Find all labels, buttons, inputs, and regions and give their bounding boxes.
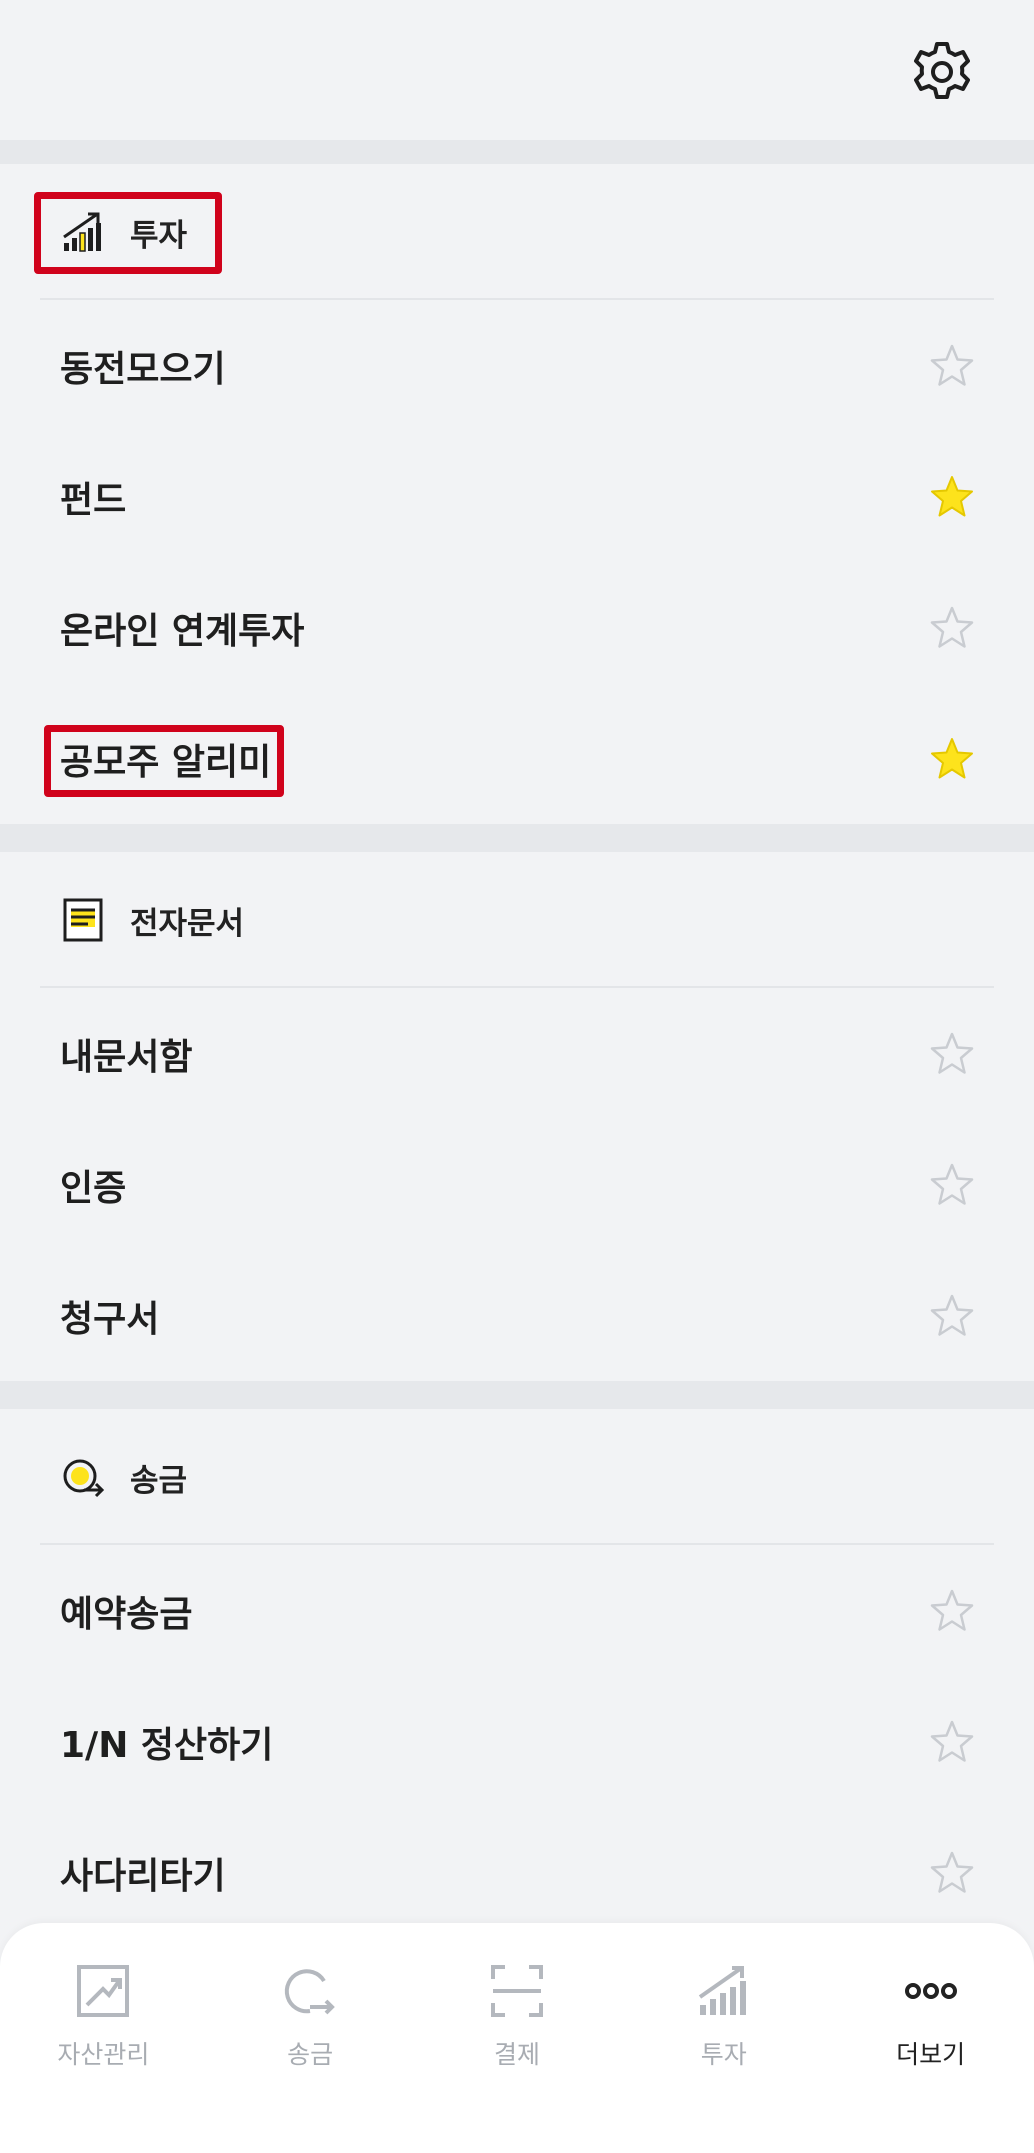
list-item-split-bill[interactable]: 1/N 정산하기 <box>0 1676 1034 1807</box>
list-item-label: 사다리타기 <box>60 1855 226 1897</box>
transfer-list: 예약송금 1/N 정산하기 사다리타기 <box>0 1545 1034 1938</box>
scan-icon <box>490 1965 543 2017</box>
star-icon-empty[interactable] <box>928 604 976 652</box>
nav-label: 투자 <box>700 2040 747 2069</box>
section-header-documents: 전자문서 <box>0 852 1034 988</box>
list-item-fund[interactable]: 펀드 <box>0 431 1034 562</box>
section-divider <box>0 140 1034 164</box>
list-item-certification[interactable]: 인증 <box>0 1119 1034 1250</box>
header-rule <box>40 1543 994 1545</box>
nav-label: 더보기 <box>896 2040 966 2069</box>
nav-label: 송금 <box>287 2040 334 2069</box>
section-divider <box>0 824 1034 852</box>
nav-item-transfer[interactable]: 송금 <box>230 1961 390 2071</box>
section-title-transfer: 송금 <box>130 1462 188 1499</box>
star-icon-filled[interactable] <box>928 473 976 521</box>
asset-chart-icon <box>77 1965 130 2017</box>
highlight-box-ipo-alert <box>44 725 284 797</box>
list-item-label: 온라인 연계투자 <box>60 610 305 652</box>
list-item-label: 청구서 <box>60 1298 160 1340</box>
transfer-icon <box>60 1454 106 1500</box>
star-icon-filled[interactable] <box>928 735 976 783</box>
list-item-label: 펀드 <box>60 479 127 521</box>
star-icon-empty[interactable] <box>928 1849 976 1897</box>
list-item-coin-saving[interactable]: 동전모으기 <box>0 300 1034 431</box>
list-item-ladder-game[interactable]: 사다리타기 <box>0 1807 1034 1938</box>
header-rule <box>40 298 994 300</box>
section-divider <box>0 1381 1034 1409</box>
nav-label: 결제 <box>493 2040 540 2069</box>
list-item-online-investment[interactable]: 온라인 연계투자 <box>0 562 1034 693</box>
star-icon-empty[interactable] <box>928 1718 976 1766</box>
list-item-label: 예약송금 <box>60 1593 193 1635</box>
transfer-icon <box>285 1969 336 2015</box>
bottom-navigation: 자산관리 송금 결제 투자 더보기 <box>0 1923 1034 2153</box>
section-title-documents: 전자문서 <box>130 905 245 942</box>
nav-item-payment[interactable]: 결제 <box>437 1961 597 2071</box>
list-item-label: 동전모으기 <box>60 348 226 390</box>
document-icon <box>60 897 106 943</box>
star-icon-empty[interactable] <box>928 1161 976 1209</box>
nav-item-asset[interactable]: 자산관리 <box>23 1961 183 2071</box>
more-dots-icon <box>904 1983 957 1999</box>
list-item-label: 내문서함 <box>60 1036 193 1078</box>
star-icon-empty[interactable] <box>928 1292 976 1340</box>
documents-list: 내문서함 인증 청구서 <box>0 988 1034 1381</box>
list-item-label: 1/N 정산하기 <box>60 1724 274 1766</box>
top-bar <box>0 0 1034 140</box>
nav-item-more[interactable]: 더보기 <box>851 1961 1011 2071</box>
star-icon-empty[interactable] <box>928 1587 976 1635</box>
highlight-box-invest-header <box>34 192 222 274</box>
list-item-my-documents[interactable]: 내문서함 <box>0 988 1034 1119</box>
header-rule <box>40 986 994 988</box>
star-icon-empty[interactable] <box>928 342 976 390</box>
list-item-label: 인증 <box>60 1167 127 1209</box>
list-item-bills[interactable]: 청구서 <box>0 1250 1034 1381</box>
invest-bars-icon <box>698 1966 746 2015</box>
nav-item-invest[interactable]: 투자 <box>644 1961 804 2071</box>
nav-label: 자산관리 <box>57 2040 150 2069</box>
star-icon-empty[interactable] <box>928 1030 976 1078</box>
section-header-transfer: 송금 <box>0 1409 1034 1545</box>
list-item-scheduled-transfer[interactable]: 예약송금 <box>0 1545 1034 1676</box>
settings-gear-icon[interactable] <box>910 40 974 104</box>
